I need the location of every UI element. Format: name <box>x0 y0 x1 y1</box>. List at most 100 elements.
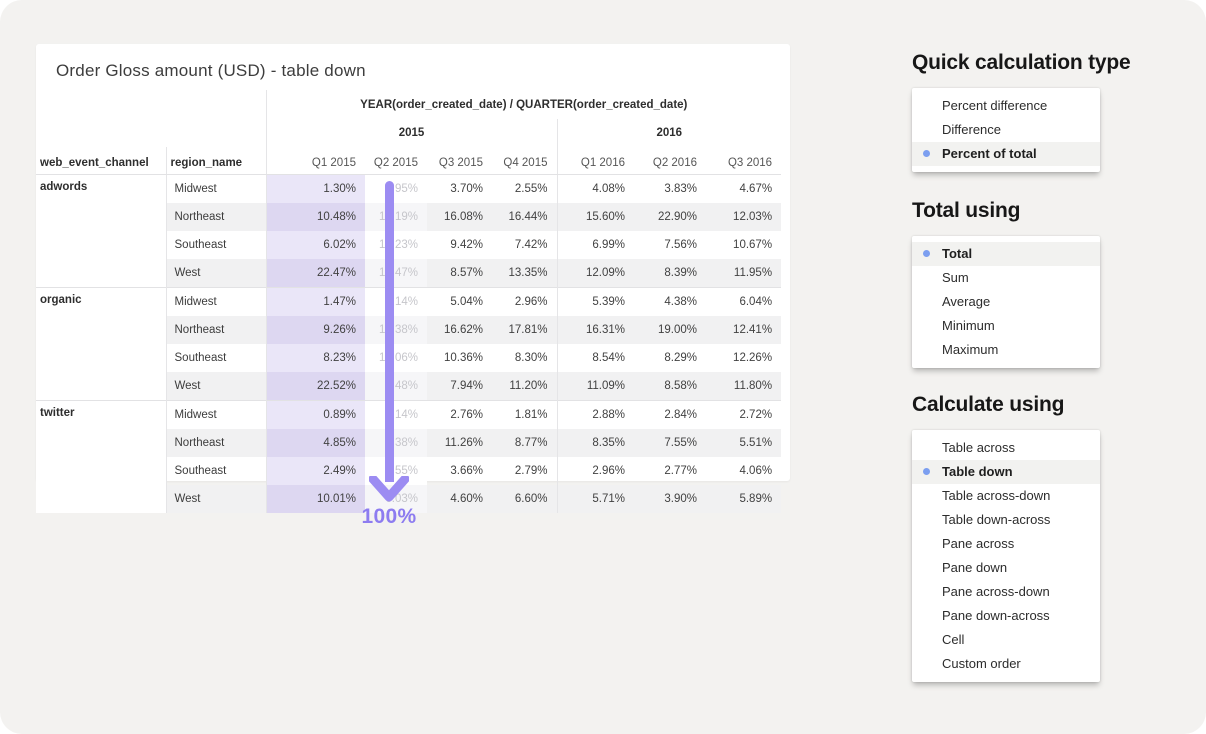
quarter-header-q2-2016[interactable]: Q2 2016 <box>634 147 706 175</box>
value-cell[interactable]: 10.47% <box>365 259 427 288</box>
value-cell[interactable]: 4.06% <box>706 457 781 485</box>
menu-item-minimum[interactable]: Minimum <box>912 314 1100 338</box>
channel-label-organic[interactable]: organic <box>36 288 166 401</box>
value-cell[interactable]: 2.95% <box>365 175 427 204</box>
value-cell[interactable]: 3.83% <box>634 175 706 204</box>
value-cell[interactable]: 2.76% <box>427 401 492 430</box>
value-cell[interactable]: 11.80% <box>706 372 781 401</box>
value-cell[interactable]: 10.36% <box>427 344 492 372</box>
menu-item-pane-down[interactable]: Pane down <box>912 556 1100 580</box>
region-label-northeast[interactable]: Northeast <box>166 316 266 344</box>
menu-item-sum[interactable]: Sum <box>912 266 1100 290</box>
value-cell[interactable]: 6.02% <box>266 231 365 259</box>
menu-item-pane-down-across[interactable]: Pane down-across <box>912 604 1100 628</box>
value-cell[interactable]: 7.94% <box>427 372 492 401</box>
value-cell[interactable]: 1.81% <box>492 401 557 430</box>
value-cell[interactable]: 8.57% <box>427 259 492 288</box>
value-cell[interactable]: 13.35% <box>492 259 557 288</box>
value-cell[interactable]: 8.29% <box>634 344 706 372</box>
value-cell[interactable]: 11.20% <box>492 372 557 401</box>
value-cell[interactable]: 8.77% <box>492 429 557 457</box>
value-cell[interactable]: 12.03% <box>706 203 781 231</box>
value-cell[interactable]: 5.51% <box>706 429 781 457</box>
value-cell[interactable]: 12.41% <box>706 316 781 344</box>
region-label-west[interactable]: West <box>166 372 266 401</box>
region-label-southeast[interactable]: Southeast <box>166 231 266 259</box>
value-cell[interactable]: 8.58% <box>634 372 706 401</box>
value-cell[interactable]: 15.19% <box>365 203 427 231</box>
value-cell[interactable]: 7.42% <box>492 231 557 259</box>
value-cell[interactable]: 2.77% <box>634 457 706 485</box>
value-cell[interactable]: 5.89% <box>706 485 781 513</box>
value-cell[interactable]: 8.39% <box>634 259 706 288</box>
quarter-header-q1-2015[interactable]: Q1 2015 <box>266 147 365 175</box>
menu-item-table-down-across[interactable]: Table down-across <box>912 508 1100 532</box>
quarter-header-q4-2015[interactable]: Q4 2015 <box>492 147 557 175</box>
value-cell[interactable]: 8.35% <box>557 429 634 457</box>
value-cell[interactable]: 4.60% <box>427 485 492 513</box>
value-cell[interactable]: 2.84% <box>634 401 706 430</box>
value-cell[interactable]: 4.08% <box>557 175 634 204</box>
menu-item-maximum[interactable]: Maximum <box>912 338 1100 362</box>
region-label-midwest[interactable]: Midwest <box>166 288 266 317</box>
value-cell[interactable]: 8.54% <box>557 344 634 372</box>
value-cell[interactable]: 16.31% <box>557 316 634 344</box>
region-label-northeast[interactable]: Northeast <box>166 203 266 231</box>
value-cell[interactable]: 22.47% <box>266 259 365 288</box>
value-cell[interactable]: 8.38% <box>365 429 427 457</box>
value-cell[interactable]: 2.14% <box>365 401 427 430</box>
value-cell[interactable]: 17.81% <box>492 316 557 344</box>
region-label-midwest[interactable]: Midwest <box>166 401 266 430</box>
value-cell[interactable]: 7.56% <box>634 231 706 259</box>
value-cell[interactable]: 9.48% <box>365 372 427 401</box>
value-cell[interactable]: 2.96% <box>557 457 634 485</box>
value-cell[interactable]: 8.30% <box>492 344 557 372</box>
quarter-header-q3-2015[interactable]: Q3 2015 <box>427 147 492 175</box>
value-cell[interactable]: 7.55% <box>634 429 706 457</box>
menu-item-difference[interactable]: Difference <box>912 118 1100 142</box>
menu-item-percent-difference[interactable]: Percent difference <box>912 94 1100 118</box>
value-cell[interactable]: 2.79% <box>492 457 557 485</box>
value-cell[interactable]: 12.06% <box>365 344 427 372</box>
value-cell[interactable]: 6.60% <box>492 485 557 513</box>
channel-label-twitter[interactable]: twitter <box>36 401 166 514</box>
menu-item-total[interactable]: Total <box>912 242 1100 266</box>
menu-item-percent-of-total[interactable]: Percent of total <box>912 142 1100 166</box>
region-label-southeast[interactable]: Southeast <box>166 457 266 485</box>
value-cell[interactable]: 16.62% <box>427 316 492 344</box>
value-cell[interactable]: 10.48% <box>266 203 365 231</box>
value-cell[interactable]: 5.04% <box>427 288 492 317</box>
value-cell[interactable]: 2.72% <box>706 401 781 430</box>
value-cell[interactable]: 11.95% <box>706 259 781 288</box>
value-cell[interactable]: 4.38% <box>634 288 706 317</box>
channel-label-adwords[interactable]: adwords <box>36 175 166 288</box>
value-cell[interactable]: 9.42% <box>427 231 492 259</box>
year-group-header-2015[interactable]: 2015 <box>266 119 557 147</box>
value-cell[interactable]: 3.70% <box>427 175 492 204</box>
value-cell[interactable]: 2.96% <box>492 288 557 317</box>
value-cell[interactable]: 4.14% <box>365 288 427 317</box>
value-cell[interactable]: 5.39% <box>557 288 634 317</box>
region-label-west[interactable]: West <box>166 259 266 288</box>
menu-item-cell[interactable]: Cell <box>912 628 1100 652</box>
value-cell[interactable]: 14.38% <box>365 316 427 344</box>
region-label-southeast[interactable]: Southeast <box>166 344 266 372</box>
menu-item-average[interactable]: Average <box>912 290 1100 314</box>
value-cell[interactable]: 10.67% <box>706 231 781 259</box>
menu-item-custom-order[interactable]: Custom order <box>912 652 1100 676</box>
menu-item-pane-across[interactable]: Pane across <box>912 532 1100 556</box>
region-label-west[interactable]: West <box>166 485 266 513</box>
value-cell[interactable]: 12.09% <box>557 259 634 288</box>
value-cell[interactable]: 1.30% <box>266 175 365 204</box>
value-cell[interactable]: 6.99% <box>557 231 634 259</box>
value-cell[interactable]: 3.66% <box>427 457 492 485</box>
value-cell[interactable]: 0.89% <box>266 401 365 430</box>
value-cell[interactable]: 8.23% <box>266 344 365 372</box>
region-label-midwest[interactable]: Midwest <box>166 175 266 204</box>
value-cell[interactable]: 16.08% <box>427 203 492 231</box>
menu-item-table-across[interactable]: Table across <box>912 436 1100 460</box>
value-cell[interactable]: 11.26% <box>427 429 492 457</box>
quarter-header-q3-2016[interactable]: Q3 2016 <box>706 147 781 175</box>
value-cell[interactable]: 22.52% <box>266 372 365 401</box>
value-cell[interactable]: 10.23% <box>365 231 427 259</box>
